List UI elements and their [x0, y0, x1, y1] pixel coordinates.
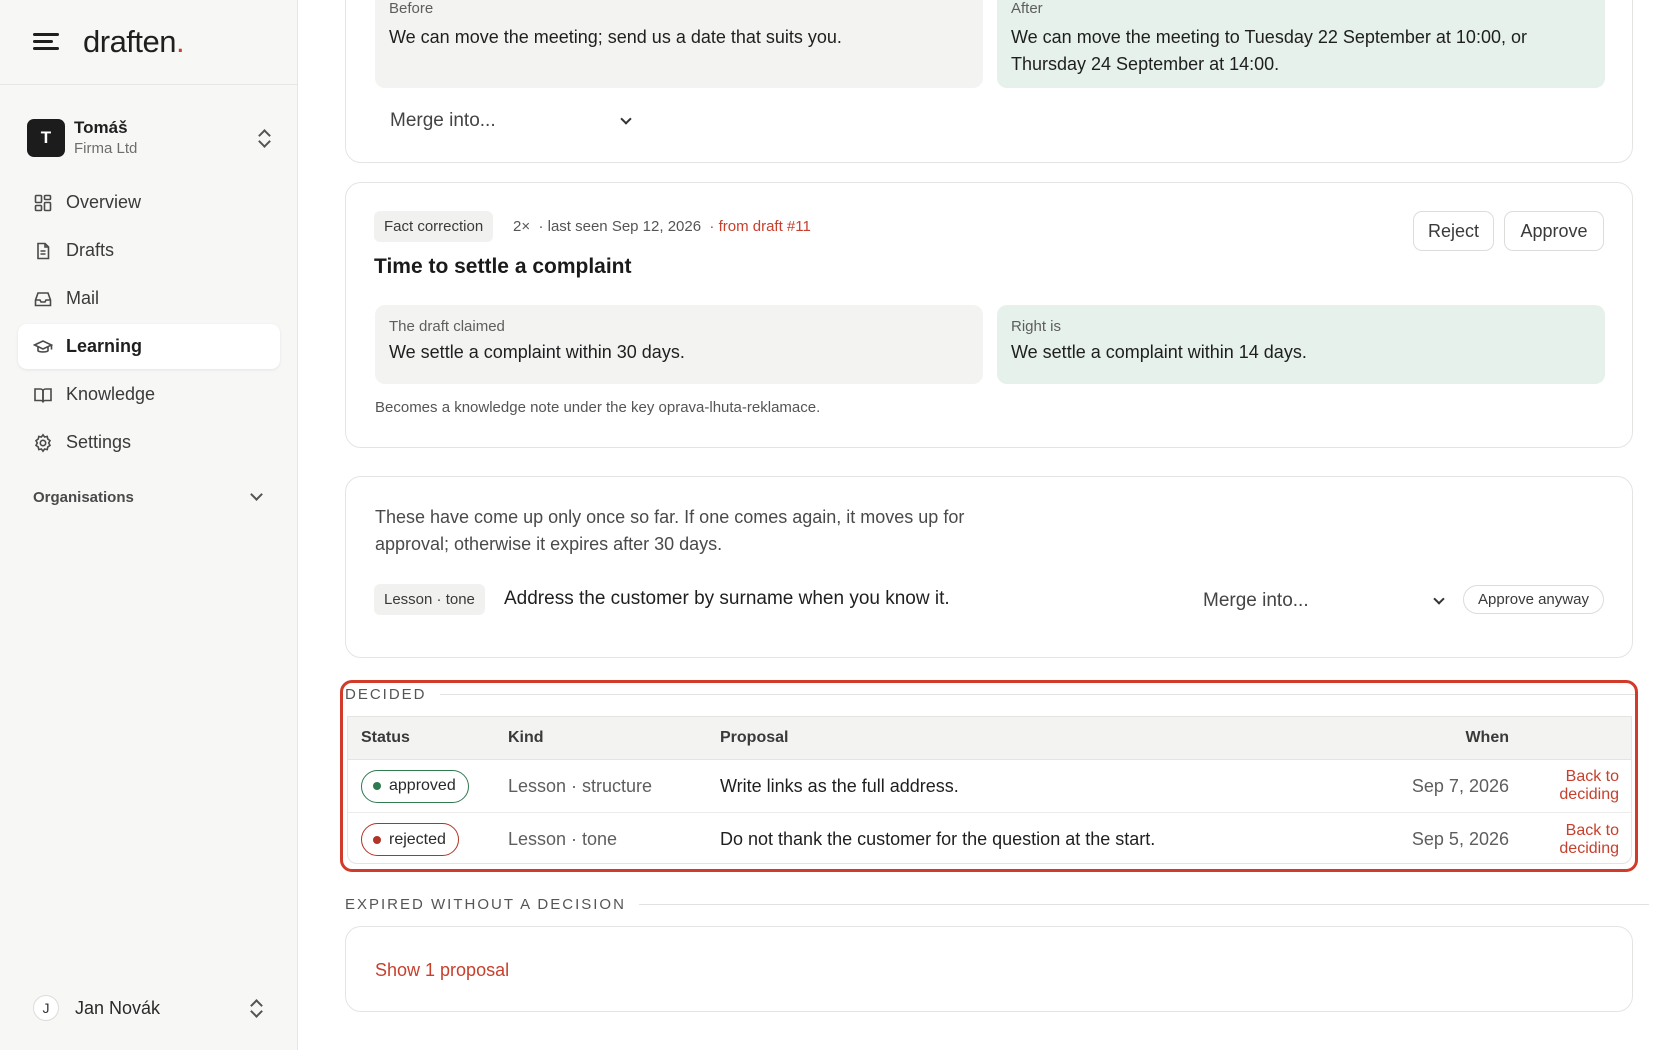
- table-row: approved Lesson · structure Write links …: [348, 760, 1631, 813]
- show-expired-link[interactable]: Show 1 proposal: [375, 960, 509, 981]
- organisations-label: Organisations: [33, 488, 134, 506]
- claimed-box: The draft claimed We settle a complaint …: [375, 305, 983, 384]
- approve-anyway-button[interactable]: Approve anyway: [1463, 585, 1604, 614]
- merge-select[interactable]: Merge into...: [390, 106, 632, 136]
- singletons-intro: These have come up only once so far. If …: [375, 507, 965, 554]
- workspace-switcher[interactable]: T Tomáš Firma Ltd: [27, 113, 273, 163]
- occurrence-count: 2×: [513, 218, 531, 235]
- sidebar-item-learning[interactable]: Learning: [18, 324, 280, 369]
- user-name: Jan Novák: [75, 997, 161, 1018]
- column-status: Status: [361, 729, 410, 746]
- row-kind: Lesson · structure: [508, 775, 653, 796]
- decided-heading: DECIDED: [345, 686, 1635, 703]
- decided-table: Status Kind Proposal When approved Lesso…: [347, 716, 1632, 864]
- status-label: approved: [389, 777, 456, 794]
- expired-heading: EXPIRED WITHOUT A DECISION: [345, 896, 1649, 913]
- proposal-card-rewrite: Before We can move the meeting; send us …: [345, 0, 1633, 163]
- sidebar-item-label: Mail: [66, 288, 100, 308]
- after-box: After We can move the meeting to Tuesday…: [997, 0, 1605, 88]
- sidebar-item-label: Learning: [66, 336, 143, 356]
- claimed-text: We settle a complaint within 30 days.: [389, 342, 685, 362]
- row-proposal: Write links as the full address.: [720, 775, 959, 796]
- proposal-meta: 2× · last seen Sep 12, 2026 · from draft…: [513, 217, 811, 237]
- expired-card: Show 1 proposal: [345, 926, 1633, 1012]
- knowledge-note-hint: Becomes a knowledge note under the key o…: [375, 399, 821, 416]
- chevron-down-icon: [250, 488, 263, 501]
- row-proposal: Do not thank the customer for the questi…: [720, 829, 1156, 849]
- sidebar: draften. T Tomáš Firma Ltd Overview Draf…: [0, 0, 298, 1050]
- column-when: When: [1465, 729, 1509, 746]
- workspace-name: Tomáš: [74, 118, 128, 137]
- merge-select[interactable]: Merge into...: [1203, 586, 1445, 616]
- logo[interactable]: draften.: [83, 24, 185, 60]
- workspace-org: Firma Ltd: [74, 140, 138, 157]
- back-to-deciding-link[interactable]: Back to deciding: [1509, 822, 1631, 858]
- table-row: rejected Lesson · tone Do not thank the …: [348, 813, 1631, 863]
- chevron-up-down-icon: [257, 128, 271, 148]
- decided-heading-label: DECIDED: [345, 686, 427, 703]
- status-dot: [373, 835, 381, 844]
- merge-select-value: Merge into...: [390, 110, 496, 131]
- column-proposal: Proposal: [720, 729, 789, 746]
- correct-box: Right is We settle a complaint within 14…: [997, 305, 1605, 384]
- back-to-deciding-link[interactable]: Back to deciding: [1509, 768, 1631, 804]
- before-text: We can move the meeting; send us a date …: [389, 27, 842, 47]
- gear-icon: [33, 432, 53, 453]
- document-icon: [33, 241, 53, 261]
- user-menu[interactable]: J Jan Novák: [33, 993, 265, 1023]
- sidebar-item-label: Overview: [66, 192, 142, 212]
- reject-button[interactable]: Reject: [1413, 211, 1494, 251]
- sidebar-item-label: Drafts: [66, 240, 115, 260]
- expired-heading-label: EXPIRED WITHOUT A DECISION: [345, 896, 626, 913]
- before-label: Before: [389, 0, 434, 17]
- pending-singletons-card: These have come up only once so far. If …: [345, 476, 1633, 658]
- sidebar-item-mail[interactable]: Mail: [18, 276, 280, 321]
- organisations-toggle[interactable]: Organisations: [33, 485, 265, 509]
- chevron-up-down-icon: [249, 998, 263, 1018]
- claimed-label: The draft claimed: [389, 318, 505, 335]
- inbox-icon: [33, 289, 53, 309]
- row-when: Sep 7, 2026: [1411, 775, 1509, 796]
- workspace-avatar: T: [27, 119, 65, 157]
- kind-badge: Fact correction: [374, 211, 494, 242]
- kind-badge: Lesson · tone: [374, 584, 485, 615]
- status-badge: approved: [361, 769, 469, 803]
- merge-select-value: Merge into...: [1203, 590, 1309, 611]
- book-icon: [33, 385, 53, 405]
- correct-text: We settle a complaint within 14 days.: [1011, 342, 1307, 362]
- status-label: rejected: [389, 830, 446, 848]
- row-kind: Lesson · tone: [508, 829, 618, 849]
- source-draft-link[interactable]: · from draft #11: [709, 218, 810, 235]
- avatar: J: [33, 995, 59, 1021]
- proposal-title: Time to settle a complaint: [374, 255, 632, 278]
- column-kind: Kind: [508, 729, 544, 746]
- sidebar-item-drafts[interactable]: Drafts: [18, 228, 280, 273]
- correct-label: Right is: [1011, 318, 1062, 335]
- proposal-text: Address the customer by surname when you…: [504, 588, 950, 609]
- row-when: Sep 5, 2026: [1411, 829, 1509, 849]
- brand-header: draften.: [0, 0, 297, 85]
- before-box: Before We can move the meeting; send us …: [375, 0, 983, 88]
- sidebar-item-label: Knowledge: [66, 384, 156, 404]
- table-header: Status Kind Proposal When: [348, 717, 1631, 760]
- sidebar-item-settings[interactable]: Settings: [18, 420, 280, 465]
- after-text: We can move the meeting to Tuesday 22 Se…: [1011, 27, 1527, 74]
- approve-button[interactable]: Approve: [1504, 211, 1604, 251]
- last-seen: · last seen Sep 12, 2026: [538, 218, 702, 235]
- menu-icon[interactable]: [33, 32, 59, 52]
- graduation-cap-icon: [33, 337, 53, 357]
- sidebar-item-overview[interactable]: Overview: [18, 180, 280, 225]
- sidebar-item-label: Settings: [66, 432, 132, 452]
- status-badge: rejected: [361, 823, 459, 856]
- sidebar-nav: Overview Drafts Mail Learning Knowledge: [18, 180, 280, 468]
- proposal-card-fact-correction: Fact correction 2× · last seen Sep 12, 2…: [345, 182, 1633, 448]
- grid-icon: [33, 193, 53, 213]
- sidebar-item-knowledge[interactable]: Knowledge: [18, 372, 280, 417]
- chevron-down-icon: [620, 112, 632, 125]
- after-label: After: [1011, 0, 1043, 17]
- chevron-down-icon: [1433, 592, 1445, 605]
- status-dot: [373, 782, 381, 790]
